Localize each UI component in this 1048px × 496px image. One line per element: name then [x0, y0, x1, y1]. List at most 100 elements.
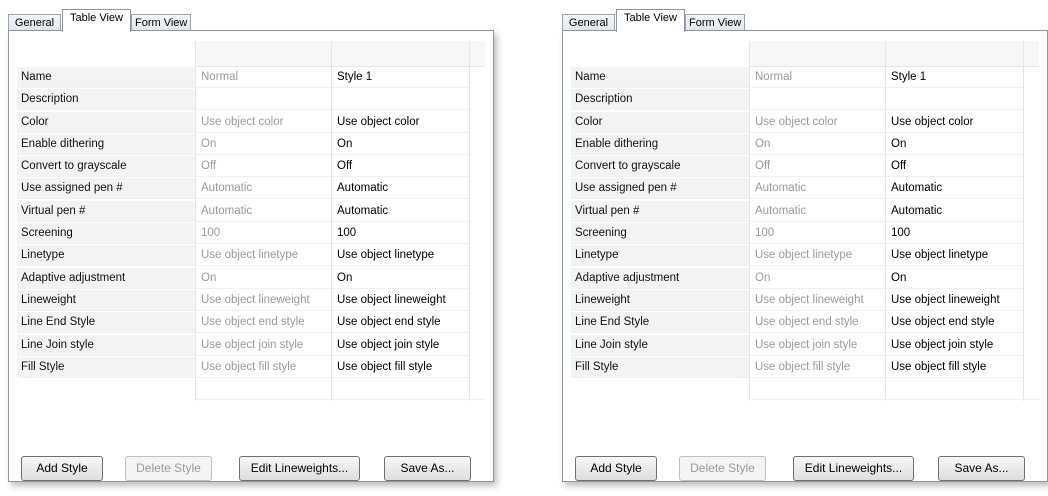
table-row[interactable]: Line End Style Use object end style Use ob… — [17, 312, 485, 334]
table-row[interactable]: Linetype Use object linetype Use object li… — [17, 245, 485, 267]
style1-cell[interactable]: Use object end style — [331, 312, 469, 334]
plot-styles-grid[interactable]: Name Normal Style 1 Description Color Use obj… — [17, 41, 485, 401]
normal-style-cell[interactable]: Use object end style — [749, 312, 885, 334]
style1-cell[interactable]: Automatic — [331, 201, 469, 222]
style1-cell[interactable]: Use object color — [331, 112, 469, 133]
normal-style-cell[interactable]: On — [195, 134, 331, 155]
table-row[interactable]: Name Normal Style 1 — [17, 67, 485, 89]
style1-cell[interactable]: 100 — [331, 223, 469, 245]
save-as-button[interactable]: Save As... — [938, 456, 1025, 481]
tab-form-view[interactable]: Form View — [131, 14, 191, 31]
table-row[interactable]: Use assigned pen # Automatic Automatic — [17, 178, 485, 200]
table-row[interactable]: Line Join style Use object join style Use … — [571, 334, 1039, 357]
tab-general[interactable]: General — [562, 14, 615, 31]
style1-cell[interactable]: Use object color — [885, 112, 1023, 133]
style1-cell[interactable]: 100 — [885, 223, 1023, 245]
normal-style-cell[interactable]: On — [195, 268, 331, 289]
tab-table-view[interactable]: Table View — [616, 9, 685, 32]
table-row[interactable]: Screening 100 100 — [571, 223, 1039, 245]
table-row[interactable]: Color Use object color Use object color — [17, 111, 485, 134]
normal-style-cell[interactable]: 100 — [749, 223, 885, 245]
table-row[interactable]: Adaptive adjustment On On — [571, 267, 1039, 290]
style1-cell[interactable]: Use object join style — [885, 335, 1023, 356]
normal-style-cell[interactable]: Use object join style — [195, 335, 331, 356]
table-row[interactable]: Adaptive adjustment On On — [17, 267, 485, 290]
normal-style-cell[interactable]: Use object end style — [195, 312, 331, 334]
table-row[interactable]: Description — [571, 89, 1039, 111]
normal-style-cell[interactable]: Automatic — [749, 178, 885, 200]
table-row[interactable]: Fill Style Use object fill style Use objec… — [571, 356, 1039, 379]
table-row[interactable]: Virtual pen # Automatic Automatic — [571, 200, 1039, 223]
add-style-button[interactable]: Add Style — [21, 456, 103, 481]
table-row[interactable]: Name Normal Style 1 — [571, 67, 1039, 89]
style1-cell[interactable]: Off — [331, 156, 469, 178]
style1-cell[interactable]: Use object lineweight — [885, 290, 1023, 311]
style1-cell[interactable]: Automatic — [885, 178, 1023, 200]
table-row[interactable]: Convert to grayscale Off Off — [571, 156, 1039, 178]
style1-cell[interactable]: Use object linetype — [331, 245, 469, 267]
table-row[interactable]: Screening 100 100 — [17, 223, 485, 245]
normal-style-cell[interactable]: Off — [749, 156, 885, 178]
normal-style-cell[interactable]: Use object color — [749, 112, 885, 133]
normal-style-cell[interactable]: Use object lineweight — [195, 290, 331, 311]
normal-style-cell[interactable]: Normal — [195, 67, 331, 88]
normal-style-cell[interactable]: Use object linetype — [195, 245, 331, 267]
table-row[interactable]: Lineweight Use object lineweight Use objec… — [571, 289, 1039, 312]
style1-cell[interactable]: On — [331, 268, 469, 289]
normal-style-cell[interactable]: 100 — [195, 223, 331, 245]
edit-lineweights-button[interactable]: Edit Lineweights... — [793, 456, 914, 481]
style1-cell[interactable]: Use object linetype — [885, 245, 1023, 267]
table-row[interactable]: Color Use object color Use object color — [571, 111, 1039, 134]
normal-style-cell[interactable]: On — [749, 134, 885, 155]
table-row[interactable]: Virtual pen # Automatic Automatic — [17, 200, 485, 223]
normal-style-cell[interactable]: Use object linetype — [749, 245, 885, 267]
style1-cell[interactable] — [331, 89, 469, 111]
table-row[interactable]: Description — [17, 89, 485, 111]
edit-lineweights-button[interactable]: Edit Lineweights... — [239, 456, 360, 481]
delete-style-button[interactable]: Delete Style — [125, 456, 212, 481]
style1-cell[interactable]: Style 1 — [885, 67, 1023, 88]
tab-table-view[interactable]: Table View — [62, 9, 131, 32]
style1-cell[interactable]: Off — [885, 156, 1023, 178]
plot-styles-grid[interactable]: Name Normal Style 1 Description Color Use obj… — [571, 41, 1039, 401]
style1-cell[interactable]: Use object join style — [331, 335, 469, 356]
table-row[interactable]: Linetype Use object linetype Use object li… — [571, 245, 1039, 267]
style1-cell[interactable]: Use object end style — [885, 312, 1023, 334]
style1-cell[interactable]: Style 1 — [331, 67, 469, 88]
normal-style-cell[interactable]: Automatic — [195, 201, 331, 222]
style1-cell[interactable]: On — [885, 268, 1023, 289]
table-row[interactable]: Lineweight Use object lineweight Use objec… — [17, 289, 485, 312]
normal-style-cell[interactable]: Use object join style — [749, 335, 885, 356]
style1-cell[interactable]: Use object lineweight — [331, 290, 469, 311]
normal-style-cell[interactable]: Use object color — [195, 112, 331, 133]
normal-style-cell[interactable]: Use object fill style — [195, 357, 331, 378]
style1-cell[interactable]: On — [331, 134, 469, 155]
normal-style-cell[interactable]: Normal — [749, 67, 885, 88]
style1-cell[interactable]: Automatic — [331, 178, 469, 200]
table-row[interactable]: Enable dithering On On — [17, 133, 485, 156]
delete-style-button[interactable]: Delete Style — [679, 456, 766, 481]
normal-style-cell[interactable]: Off — [195, 156, 331, 178]
table-row[interactable]: Convert to grayscale Off Off — [17, 156, 485, 178]
add-style-button[interactable]: Add Style — [575, 456, 657, 481]
table-row[interactable]: Fill Style Use object fill style Use objec… — [17, 356, 485, 379]
style1-cell[interactable]: On — [885, 134, 1023, 155]
normal-style-cell[interactable]: Automatic — [195, 178, 331, 200]
normal-style-cell[interactable] — [749, 89, 885, 111]
normal-style-cell[interactable]: Automatic — [749, 201, 885, 222]
tab-general[interactable]: General — [8, 14, 61, 31]
style1-cell[interactable]: Use object fill style — [331, 357, 469, 378]
style1-cell[interactable]: Use object fill style — [885, 357, 1023, 378]
style1-cell[interactable] — [885, 89, 1023, 111]
normal-style-cell[interactable]: On — [749, 268, 885, 289]
normal-style-cell[interactable]: Use object fill style — [749, 357, 885, 378]
normal-style-cell[interactable]: Use object lineweight — [749, 290, 885, 311]
normal-style-cell[interactable] — [195, 89, 331, 111]
style1-cell[interactable]: Automatic — [885, 201, 1023, 222]
save-as-button[interactable]: Save As... — [384, 456, 471, 481]
table-row[interactable]: Line Join style Use object join style Use … — [17, 334, 485, 357]
table-row[interactable]: Enable dithering On On — [571, 133, 1039, 156]
table-row[interactable]: Line End Style Use object end style Use ob… — [571, 312, 1039, 334]
table-row[interactable]: Use assigned pen # Automatic Automatic — [571, 178, 1039, 200]
tab-form-view[interactable]: Form View — [685, 14, 745, 31]
